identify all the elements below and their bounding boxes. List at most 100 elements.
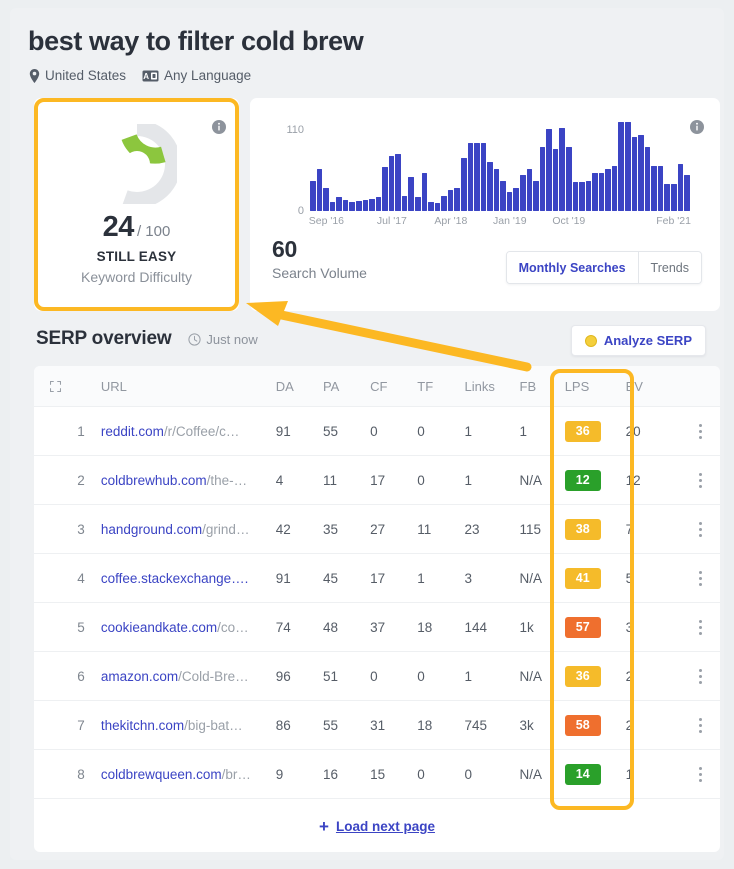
kd-caption: Keyword Difficulty <box>80 269 192 285</box>
tab-monthly-searches[interactable]: Monthly Searches <box>506 252 638 283</box>
lps-badge: 58 <box>564 714 601 736</box>
row-links: 1 <box>464 668 472 684</box>
th-cf[interactable]: CF <box>370 379 417 394</box>
analyze-serp-label: Analyze SERP <box>603 333 692 348</box>
th-pa[interactable]: PA <box>323 379 370 394</box>
row-fb: 1 <box>519 423 528 439</box>
row-url[interactable]: coldbrewhub.com/the-… <box>101 473 276 488</box>
row-fb: N/A <box>519 570 543 586</box>
chart-bar <box>611 165 618 211</box>
row-tf: 1 <box>417 570 425 586</box>
row-url[interactable]: handground.com/grind… <box>101 522 276 537</box>
row-url[interactable]: cookieandkate.com/co… <box>101 620 276 635</box>
load-next-page-button[interactable]: + Load next page <box>319 818 435 835</box>
row-url[interactable]: coldbrewqueen.com/br… <box>101 767 276 782</box>
chart-bar <box>592 173 598 211</box>
table-row[interactable]: 2 coldbrewhub.com/the-… 4 11 17 0 1 N/A 12 12 <box>34 456 720 505</box>
kebab-menu-icon[interactable] <box>681 717 720 733</box>
table-row[interactable]: 8 coldbrewqueen.com/br… 9 16 15 0 0 N/A 14 1 <box>34 750 720 799</box>
row-lps-cell: 38 <box>564 518 626 540</box>
svg-text:A: A <box>143 72 149 81</box>
chart-bar <box>323 188 329 211</box>
table-row[interactable]: 3 handground.com/grind… 42 35 27 11 23 115 38 7 <box>34 505 720 554</box>
row-pa: 55 <box>322 717 338 733</box>
th-da[interactable]: DA <box>276 379 323 394</box>
row-url[interactable]: thekitchn.com/big-bat… <box>101 718 276 733</box>
row-rank: 7 <box>77 717 85 733</box>
row-fb: N/A <box>519 766 543 782</box>
row-url-path: /the-… <box>206 472 248 488</box>
tab-trends[interactable]: Trends <box>637 252 701 283</box>
chart-bar <box>362 199 369 211</box>
row-lps-cell: 57 <box>564 616 626 638</box>
th-url[interactable]: URL <box>101 379 276 394</box>
row-url-path: /big-bat… <box>184 717 243 733</box>
kebab-menu-icon[interactable] <box>681 619 720 635</box>
kebab-menu-icon[interactable] <box>681 766 720 782</box>
table-row[interactable]: 7 thekitchn.com/big-bat… 86 55 31 18 745 3k 58 2 <box>34 701 720 750</box>
row-links: 1 <box>464 472 472 488</box>
row-ev: 7 <box>625 521 634 537</box>
analyze-serp-button[interactable]: Analyze SERP <box>570 325 706 356</box>
row-cf: 0 <box>370 668 378 684</box>
chart-bar <box>546 129 552 211</box>
chart-bar <box>500 180 506 211</box>
location-meta: United States <box>29 68 126 83</box>
chart-bar <box>598 173 605 211</box>
info-icon[interactable] <box>212 120 226 134</box>
row-tf: 0 <box>417 423 425 439</box>
chart-bar <box>684 174 690 211</box>
row-url[interactable]: coffee.stackexchange…. <box>101 571 276 586</box>
chart-bar <box>625 121 631 211</box>
th-lps[interactable]: LPS <box>565 379 626 394</box>
y-tick-bottom: 0 <box>297 205 304 217</box>
row-cf: 0 <box>370 423 378 439</box>
table-row[interactable]: 4 coffee.stackexchange…. 91 45 17 1 3 N/A 41 5 <box>34 554 720 603</box>
chart-mode-toggle[interactable]: Monthly Searches Trends <box>505 251 702 284</box>
chart-x-tick: Oct '19 <box>552 215 586 227</box>
row-url[interactable]: reddit.com/r/Coffee/c… <box>101 424 276 439</box>
table-header-row: URL DA PA CF TF Links FB LPS EV <box>34 366 720 407</box>
kebab-menu-icon[interactable] <box>681 668 720 684</box>
kebab-menu-icon[interactable] <box>681 570 720 586</box>
row-url-domain: reddit.com <box>100 423 164 439</box>
chart-bar <box>336 197 342 211</box>
kebab-menu-icon[interactable] <box>681 521 720 537</box>
row-url[interactable]: amazon.com/Cold-Bre… <box>101 669 276 684</box>
row-cf: 37 <box>370 619 386 635</box>
row-url-domain: coffee.stackexchange…. <box>100 570 249 586</box>
row-cf: 31 <box>370 717 386 733</box>
row-fb: 1k <box>519 619 534 635</box>
row-ev: 2 <box>625 717 634 733</box>
search-volume-caption: Search Volume <box>272 265 367 281</box>
plus-icon: + <box>319 817 329 836</box>
row-pa: 16 <box>322 766 338 782</box>
th-ev[interactable]: EV <box>626 379 681 394</box>
row-url-domain: coldbrewhub.com <box>100 472 207 488</box>
kebab-menu-icon[interactable] <box>681 423 720 439</box>
row-ev: 3 <box>625 619 634 635</box>
row-ev: 20 <box>625 423 641 439</box>
th-fb[interactable]: FB <box>520 379 565 394</box>
chart-bar <box>539 146 546 211</box>
chart-bar <box>316 169 323 211</box>
row-ev: 2 <box>625 668 634 684</box>
row-url-domain: amazon.com <box>100 668 179 684</box>
chart-bar <box>388 156 395 211</box>
serp-overview-title: SERP overview <box>36 328 172 349</box>
page-title: best way to filter cold brew <box>28 26 364 56</box>
kebab-menu-icon[interactable] <box>681 472 720 488</box>
chart-bar <box>513 188 519 211</box>
row-links: 3 <box>464 570 472 586</box>
row-tf: 0 <box>417 472 425 488</box>
chart-bar <box>579 182 585 211</box>
table-row[interactable]: 1 reddit.com/r/Coffee/c… 91 55 0 0 1 1 36 20 <box>34 407 720 456</box>
chart-bar <box>631 136 638 211</box>
table-row[interactable]: 5 cookieandkate.com/co… 74 48 37 18 144 1k 57 3 <box>34 603 720 652</box>
th-links[interactable]: Links <box>464 379 519 394</box>
row-da: 91 <box>275 570 291 586</box>
th-tf[interactable]: TF <box>417 379 464 394</box>
expand-all-icon[interactable] <box>34 380 77 392</box>
table-row[interactable]: 6 amazon.com/Cold-Bre… 96 51 0 0 1 N/A 36 2 <box>34 652 720 701</box>
info-icon[interactable] <box>690 120 704 134</box>
